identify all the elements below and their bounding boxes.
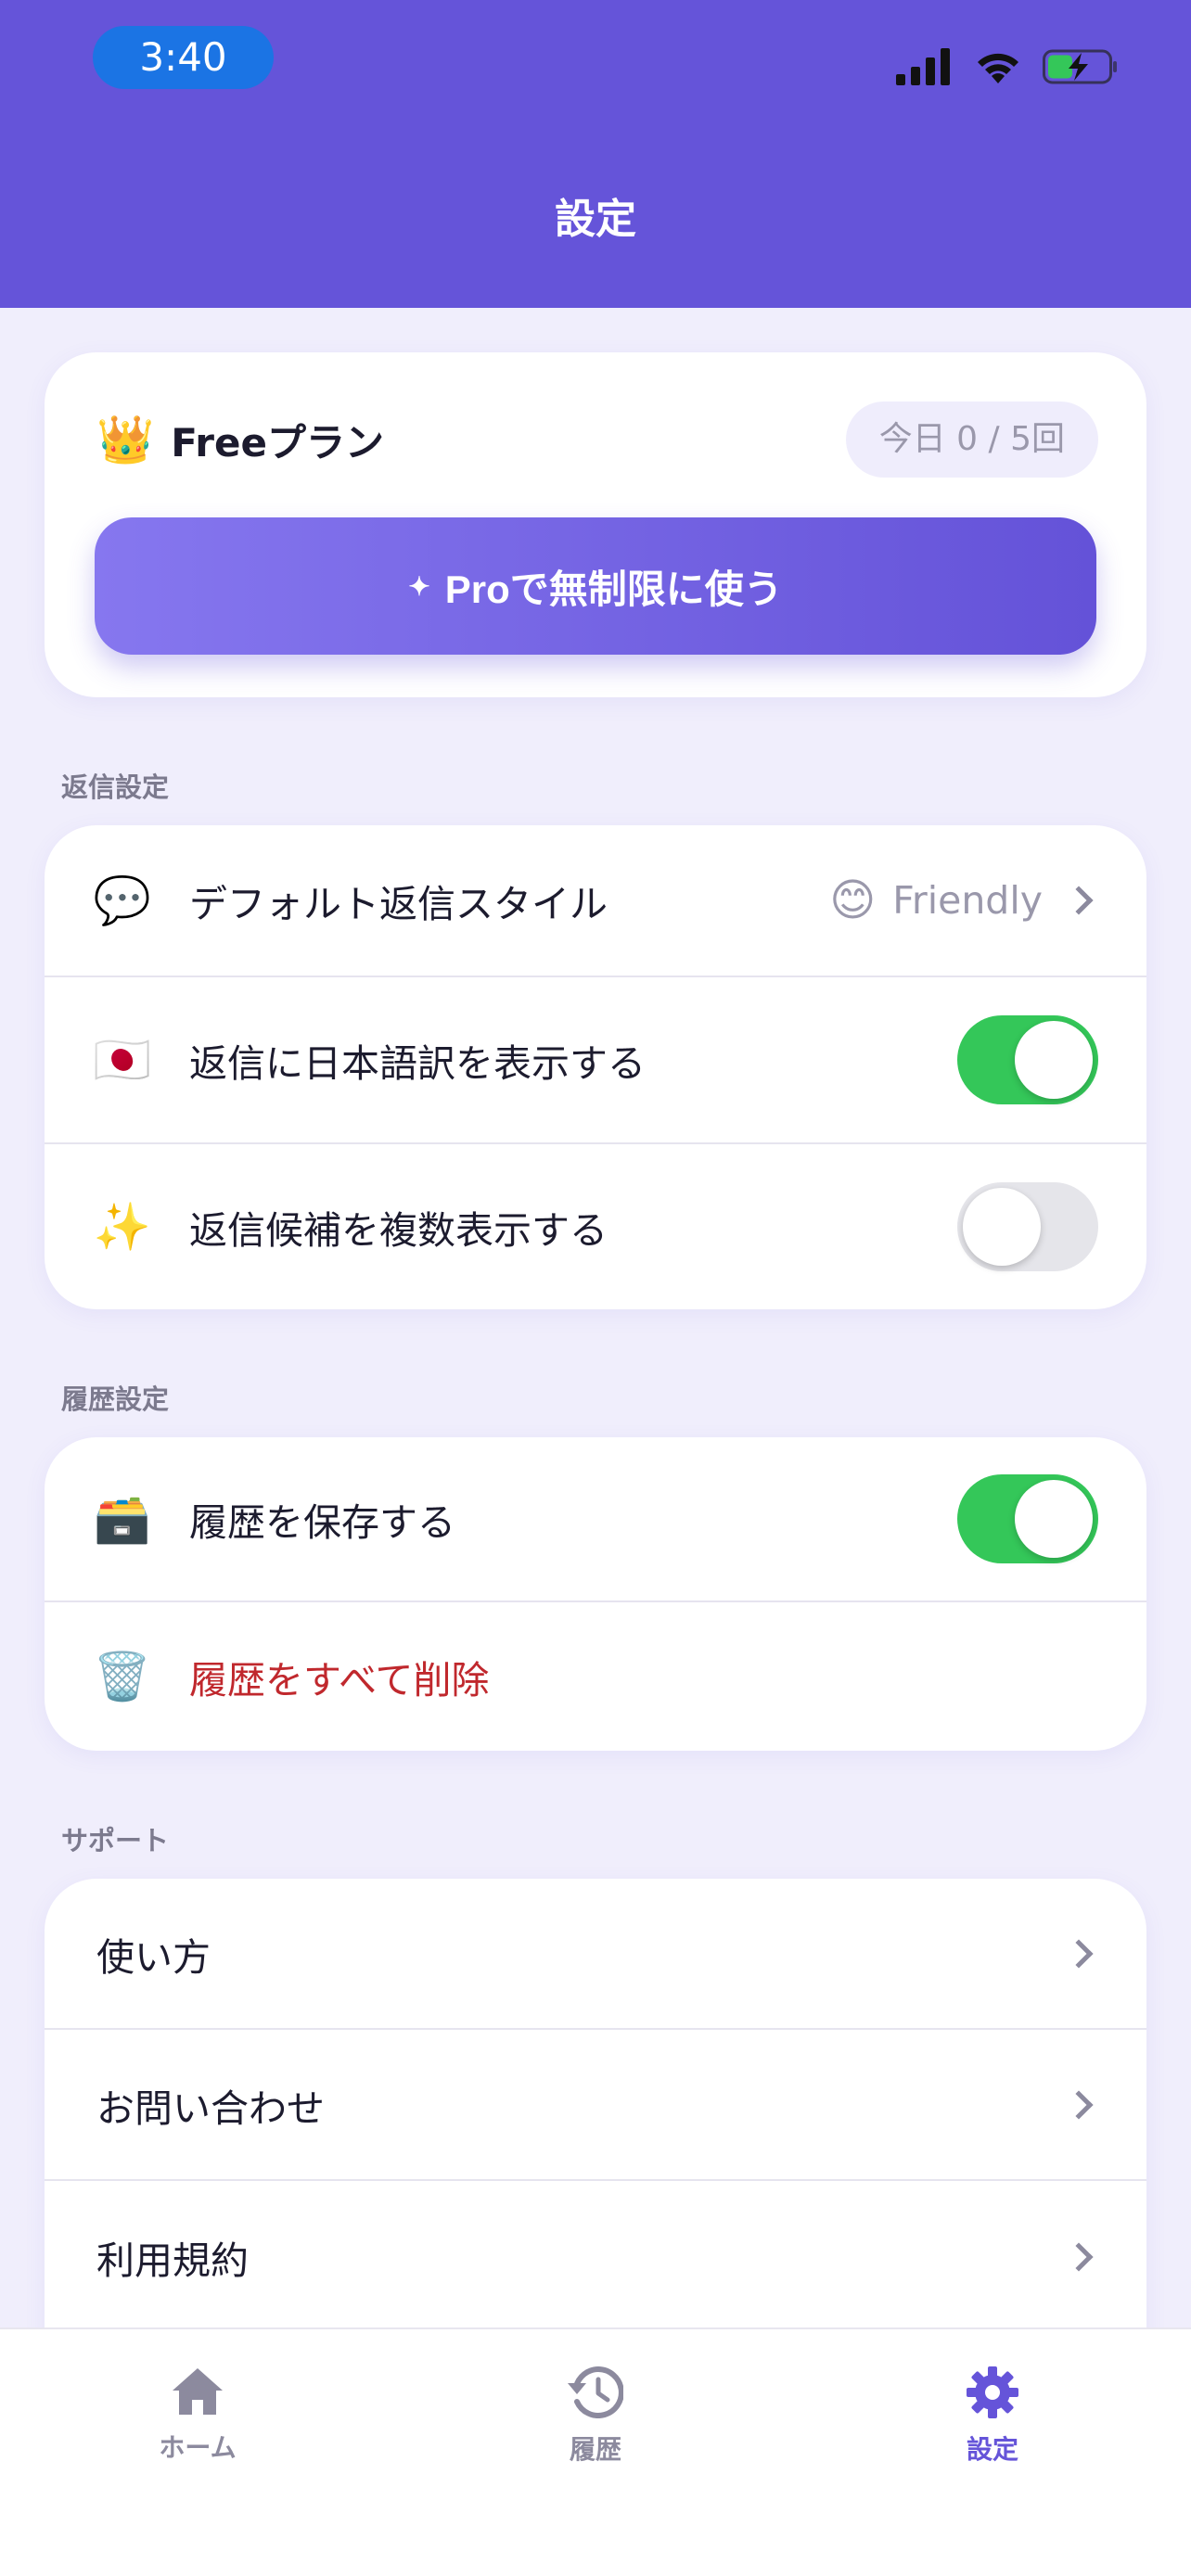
- default-reply-style-value: 😊 Friendly: [829, 874, 1043, 926]
- smiling-face-icon: 😊: [829, 874, 877, 926]
- multiple-candidates-toggle[interactable]: [957, 1182, 1098, 1271]
- support-item-label: 使い方: [96, 1934, 211, 1980]
- multiple-candidates-row: ✨ 返信候補を複数表示する: [45, 1144, 1146, 1309]
- wifi-icon: [978, 53, 1018, 83]
- support-item-terms[interactable]: 利用規約: [45, 2181, 1146, 2332]
- show-translation-row: 🇯🇵 返信に日本語訳を表示する: [45, 977, 1146, 1144]
- support-item-contact[interactable]: お問い合わせ: [45, 2030, 1146, 2181]
- chevron-right-icon: [1064, 2241, 1094, 2272]
- header: 3:40 設定: [0, 0, 1191, 308]
- usage-badge: 今日 0 / 5回: [845, 402, 1098, 478]
- card-file-box-icon: 🗃️: [93, 1492, 152, 1546]
- delete-history-row[interactable]: 🗑️ 履歴をすべて削除: [45, 1602, 1146, 1751]
- plan-card: 👑 Freeプラン 今日 0 / 5回 ✦ Proで無制限に使う: [45, 352, 1146, 697]
- history-settings-card: 🗃️ 履歴を保存する 🗑️ 履歴をすべて削除: [45, 1437, 1146, 1751]
- sparkles-icon: ✨: [93, 1200, 152, 1254]
- tab-history-label: 履歴: [569, 2434, 621, 2465]
- chevron-right-icon: [1064, 2089, 1094, 2120]
- battery-charging-icon: [1043, 49, 1117, 84]
- toggle-knob: [963, 1188, 1041, 1266]
- section-label-reply: 返信設定: [61, 772, 170, 803]
- status-icons: [896, 45, 1119, 89]
- cellular-signal-icon: [896, 48, 950, 85]
- delete-history-label: 履歴をすべて削除: [189, 1658, 490, 1702]
- chevron-right-icon: [1064, 1938, 1094, 1969]
- reply-style-value-text: Friendly: [892, 878, 1043, 923]
- multiple-candidates-label: 返信候補を複数表示する: [189, 1208, 608, 1253]
- tab-settings-label: 設定: [966, 2434, 1018, 2465]
- history-icon: [568, 2366, 623, 2418]
- home-icon: [173, 2368, 223, 2415]
- status-time: 3:40: [93, 26, 274, 89]
- tab-home-label: ホーム: [159, 2432, 237, 2463]
- plan-name-group: 👑 Freeプラン: [96, 412, 384, 468]
- chevron-right-icon: [1064, 886, 1094, 915]
- show-translation-toggle[interactable]: [957, 1015, 1098, 1104]
- sparkle-icon: ✦: [408, 571, 430, 601]
- support-item-how-to-use[interactable]: 使い方: [45, 1879, 1146, 2030]
- save-history-row: 🗃️ 履歴を保存する: [45, 1437, 1146, 1602]
- save-history-toggle[interactable]: [957, 1474, 1098, 1563]
- upgrade-pro-button[interactable]: ✦ Proで無制限に使う: [95, 517, 1096, 655]
- support-item-label: お問い合わせ: [96, 2085, 325, 2131]
- wastebasket-icon: 🗑️: [93, 1650, 152, 1703]
- toggle-knob: [1015, 1480, 1093, 1558]
- speech-bubble-icon: 💬: [93, 874, 152, 927]
- plan-name: Freeプラン: [171, 419, 384, 465]
- toggle-knob: [1015, 1021, 1093, 1099]
- section-label-history: 履歴設定: [61, 1384, 170, 1415]
- default-reply-style-label: デフォルト返信スタイル: [189, 882, 608, 926]
- page-title: 設定: [555, 196, 636, 243]
- save-history-label: 履歴を保存する: [189, 1500, 455, 1545]
- support-item-label: 利用規約: [96, 2238, 249, 2283]
- tab-history[interactable]: 履歴: [503, 2366, 688, 2467]
- reply-settings-card: 💬 デフォルト返信スタイル 😊 Friendly 🇯🇵 返信に日本語訳を表示する…: [45, 825, 1146, 1309]
- upgrade-pro-label: Proで無制限に使う: [444, 567, 783, 611]
- japan-flag-icon: 🇯🇵: [93, 1033, 152, 1087]
- default-reply-style-row[interactable]: 💬 デフォルト返信スタイル 😊 Friendly: [45, 825, 1146, 977]
- show-translation-label: 返信に日本語訳を表示する: [189, 1041, 646, 1086]
- crown-icon: 👑: [96, 413, 155, 466]
- gear-icon: [967, 2366, 1018, 2418]
- tab-bar: ホーム 履歴 設定: [0, 2327, 1191, 2576]
- section-label-support: サポート: [61, 1825, 170, 1856]
- tab-home[interactable]: ホーム: [105, 2366, 290, 2465]
- plan-row: 👑 Freeプラン 今日 0 / 5回: [96, 401, 1098, 478]
- tab-settings[interactable]: 設定: [900, 2366, 1085, 2467]
